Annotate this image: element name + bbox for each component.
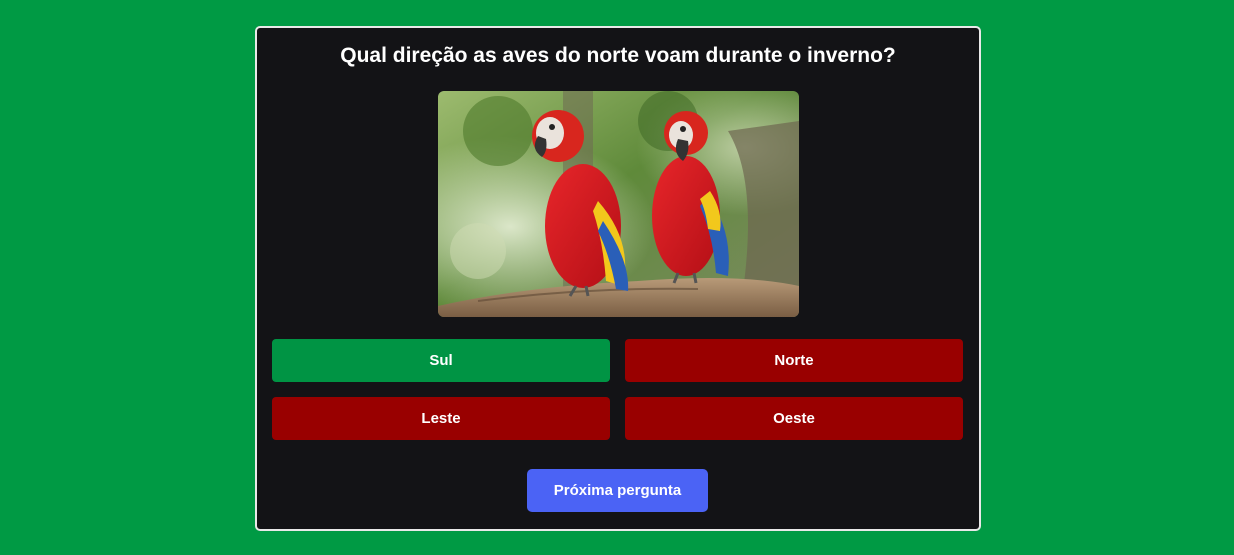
question-title: Qual direção as aves do norte voam duran… [340,44,896,67]
answer-button-leste[interactable]: Leste [272,397,610,440]
answer-button-norte[interactable]: Norte [625,339,963,382]
next-question-button[interactable]: Próxima pergunta [527,469,708,512]
answer-button-sul[interactable]: Sul [272,339,610,382]
answer-button-oeste[interactable]: Oeste [625,397,963,440]
quiz-card: Qual direção as aves do norte voam duran… [255,26,981,531]
question-image [438,91,799,317]
